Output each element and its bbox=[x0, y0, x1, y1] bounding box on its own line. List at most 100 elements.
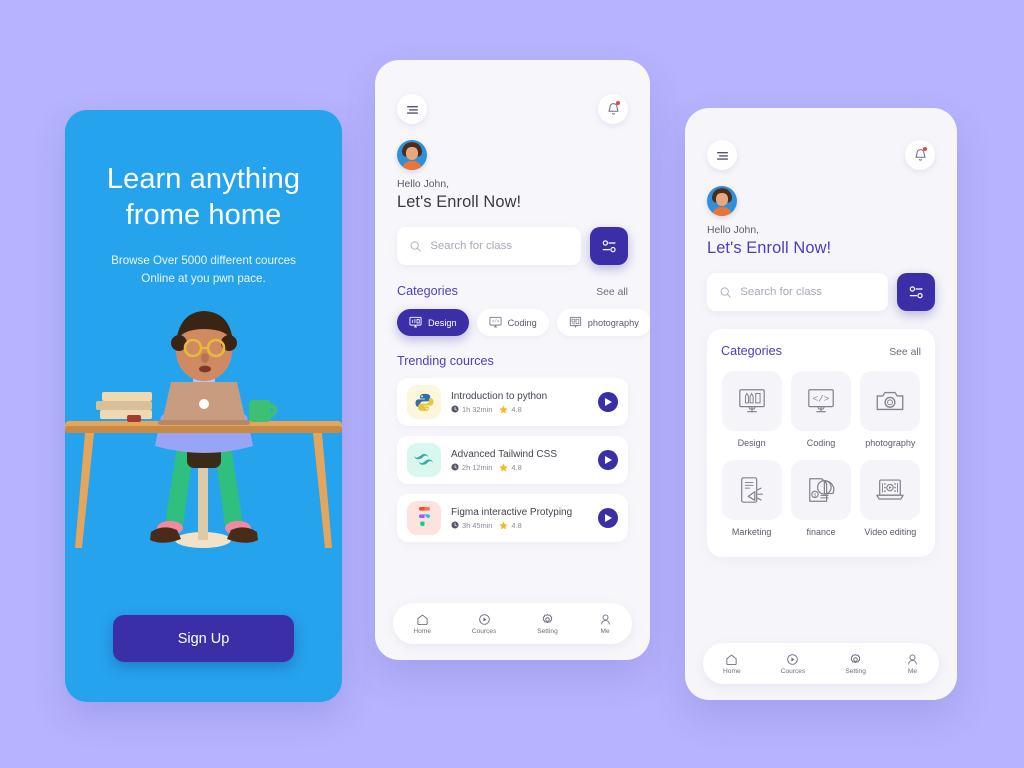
filter-sliders-icon[interactable] bbox=[590, 227, 628, 265]
search-input[interactable] bbox=[430, 240, 568, 252]
category-label: Coding bbox=[806, 438, 836, 448]
play-button[interactable] bbox=[598, 450, 618, 470]
python-logo-icon bbox=[407, 385, 441, 419]
hamburger-menu-icon[interactable] bbox=[707, 140, 737, 170]
design-glyph bbox=[738, 389, 765, 413]
course-card[interactable]: Introduction to python 1h 32min 4.8 bbox=[397, 378, 628, 426]
onboarding-title-line2: frome home bbox=[125, 198, 282, 231]
coding-glyph: </> bbox=[808, 389, 834, 413]
search-box[interactable] bbox=[397, 227, 581, 265]
categories-title: Categories bbox=[397, 284, 458, 298]
category-item-design[interactable]: Design bbox=[721, 371, 782, 448]
pie-chart-document-icon: $ bbox=[790, 460, 851, 520]
course-meta: 2h 12min 4.8 bbox=[451, 463, 588, 472]
home-icon bbox=[417, 613, 428, 625]
greeting-headline: Let's Enroll Now! bbox=[707, 239, 832, 257]
duration-text: 2h 12min bbox=[462, 462, 493, 472]
onboarding-title: Learn anything frome home bbox=[65, 162, 342, 233]
camera-icon bbox=[860, 371, 921, 431]
category-label: Video editing bbox=[864, 527, 917, 537]
svg-text:</>: </> bbox=[491, 320, 499, 325]
avatar-face bbox=[406, 147, 418, 160]
category-label: Marketing bbox=[731, 527, 772, 537]
onboarding-subtitle-line1: Browse Over 5000 different cources bbox=[111, 254, 296, 268]
course-rating: 4.8 bbox=[499, 521, 522, 530]
gear-icon bbox=[542, 613, 553, 623]
tailwind-logo-icon bbox=[407, 443, 441, 477]
signup-button[interactable]: Sign Up bbox=[113, 615, 294, 662]
course-title: Advanced Tailwind CSS bbox=[451, 448, 557, 460]
nav-item-me[interactable]: Me bbox=[906, 653, 919, 675]
rating-text: 4.8 bbox=[511, 462, 522, 472]
nav-item-home[interactable]: Home bbox=[723, 653, 741, 675]
nav-item-setting[interactable]: Setting bbox=[845, 653, 866, 675]
category-item-photography[interactable]: photography bbox=[860, 371, 921, 448]
svg-text:</>: </> bbox=[813, 394, 830, 405]
nav-item-cources[interactable]: Cources bbox=[472, 613, 496, 635]
course-rating: 4.8 bbox=[499, 405, 522, 414]
course-info: Introduction to python 1h 32min 4.8 bbox=[451, 391, 588, 414]
categories-grid: Design </> Coding photography Marketing … bbox=[721, 371, 921, 537]
course-duration: 2h 12min bbox=[451, 463, 492, 472]
categories-panel-title: Categories bbox=[721, 344, 782, 358]
notification-bell-icon[interactable] bbox=[598, 94, 628, 124]
course-rating: 4.8 bbox=[499, 462, 522, 472]
gear-icon bbox=[850, 653, 861, 663]
category-chip-label: Coding bbox=[507, 317, 537, 328]
onboarding-screen: Learn anything frome home Browse Over 50… bbox=[65, 110, 342, 702]
category-chip-list: Design </> Coding photography bbox=[397, 309, 650, 336]
bottom-navigation: Home Cources Setting Me bbox=[703, 643, 939, 684]
avatar-face bbox=[716, 193, 728, 206]
category-label: photography bbox=[865, 438, 916, 448]
notification-dot bbox=[616, 101, 620, 105]
nav-label: Cources bbox=[780, 667, 806, 675]
category-chip-coding[interactable]: </> Coding bbox=[476, 309, 549, 336]
course-info: Advanced Tailwind CSS 2h 12min 4.8 bbox=[451, 449, 588, 472]
onboarding-subtitle-line2: Online at you pwn pace. bbox=[141, 272, 266, 286]
duration-text: 3h 45min bbox=[462, 520, 493, 530]
avatar-body bbox=[712, 207, 732, 216]
category-item-coding[interactable]: </> Coding bbox=[790, 371, 851, 448]
nav-item-home[interactable]: Home bbox=[413, 613, 431, 635]
category-item-marketing[interactable]: Marketing bbox=[721, 460, 782, 537]
search-box[interactable] bbox=[707, 273, 888, 311]
avatar[interactable] bbox=[397, 140, 427, 170]
play-button[interactable] bbox=[598, 508, 618, 528]
play-circle-icon bbox=[787, 653, 799, 665]
onboarding-subtitle: Browse Over 5000 different cources Onlin… bbox=[65, 252, 342, 288]
categories-top-bar bbox=[685, 140, 957, 170]
hamburger-menu-icon[interactable] bbox=[397, 94, 427, 124]
notification-bell-icon[interactable] bbox=[905, 140, 935, 170]
nav-item-cources[interactable]: Cources bbox=[780, 653, 806, 675]
avatar[interactable] bbox=[707, 186, 737, 216]
course-card[interactable]: Advanced Tailwind CSS 2h 12min 4.8 bbox=[397, 436, 628, 484]
nav-label: Setting bbox=[845, 667, 866, 675]
coding-monitor-icon: </> bbox=[489, 316, 502, 328]
greeting-headline: Let's Enroll Now! bbox=[397, 193, 522, 211]
category-item-video-editing[interactable]: Video editing bbox=[860, 460, 921, 537]
nav-item-me[interactable]: Me bbox=[599, 613, 612, 635]
video-editing-laptop-icon bbox=[860, 460, 921, 520]
course-info: Figma interactive Protyping 3h 45min 4.8 bbox=[451, 507, 588, 530]
filter-sliders-icon[interactable] bbox=[897, 273, 935, 311]
categories-see-all-link[interactable]: See all bbox=[596, 287, 628, 298]
category-chip-photography[interactable]: photography bbox=[556, 309, 650, 336]
avatar-body bbox=[402, 161, 422, 170]
course-duration: 1h 32min bbox=[451, 405, 492, 414]
search-input[interactable] bbox=[740, 286, 875, 298]
play-button[interactable] bbox=[598, 392, 618, 412]
nav-item-setting[interactable]: Setting bbox=[537, 613, 558, 635]
categories-panel-see-all-link[interactable]: See all bbox=[889, 347, 921, 358]
course-meta: 1h 32min 4.8 bbox=[451, 405, 588, 414]
duration-text: 1h 32min bbox=[462, 404, 493, 414]
bottom-navigation: Home Cources Setting Me bbox=[393, 603, 632, 644]
search-row bbox=[707, 273, 935, 311]
course-card[interactable]: Figma interactive Protyping 3h 45min 4.8 bbox=[397, 494, 628, 542]
greeting-small: Hello John, bbox=[397, 179, 449, 190]
category-chip-design[interactable]: Design bbox=[397, 309, 469, 336]
search-icon bbox=[410, 240, 421, 252]
python-glyph bbox=[415, 393, 433, 411]
category-item-finance[interactable]: $ finance bbox=[790, 460, 851, 537]
home-top-bar bbox=[375, 94, 650, 124]
nav-label: Setting bbox=[537, 627, 558, 635]
